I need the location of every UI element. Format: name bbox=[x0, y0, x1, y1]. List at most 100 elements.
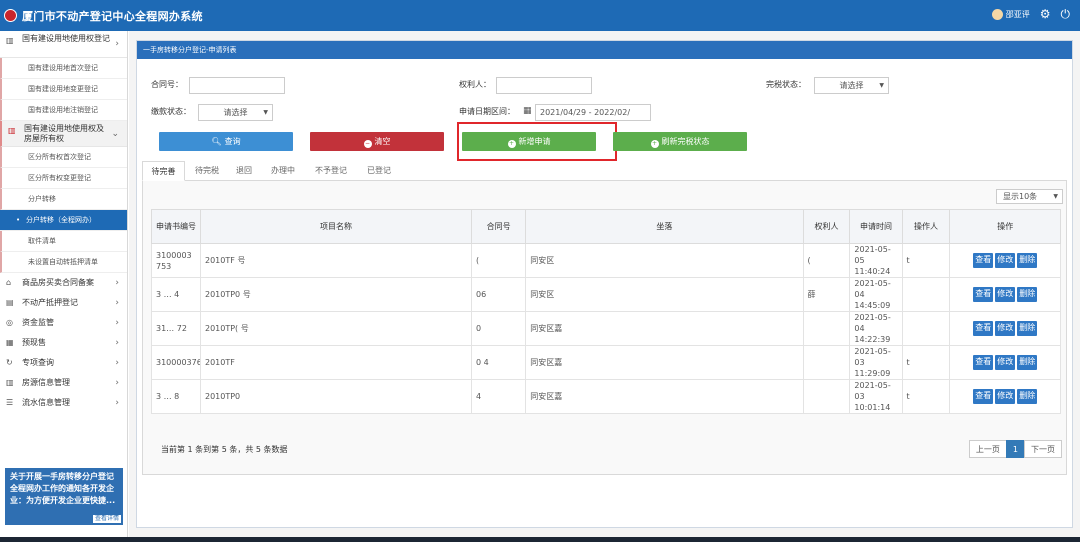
edit-button[interactable]: 修改 bbox=[995, 253, 1016, 268]
chart-icon: ▦ bbox=[6, 338, 14, 347]
tax-status-select[interactable]: 请选择 ▼ bbox=[814, 77, 889, 94]
user-menu[interactable]: 邵亚评 bbox=[991, 8, 1030, 20]
cell-actions: 查看 修改 删除 bbox=[949, 243, 1061, 278]
refresh-icon: ↻ bbox=[6, 358, 13, 367]
tab-pending[interactable]: 待完善 bbox=[142, 161, 185, 181]
caret-down-icon: ▼ bbox=[879, 82, 884, 89]
edit-button[interactable]: 修改 bbox=[995, 321, 1016, 336]
cell-actions: 查看 修改 删除 bbox=[949, 311, 1061, 346]
col-operator[interactable]: 操作人 bbox=[901, 209, 951, 244]
pay-status-select[interactable]: 请选择 ▼ bbox=[198, 104, 273, 121]
sidebar-item-partition-change[interactable]: 区分所有权变更登记 bbox=[0, 168, 127, 189]
clear-button[interactable]: − 清空 bbox=[310, 132, 444, 151]
sidebar-item-land-first[interactable]: 国有建设用地首次登记 bbox=[0, 58, 127, 79]
cell-contract-no: 4 bbox=[471, 379, 527, 414]
sidebar-item-mortgage[interactable]: ▤ 不动产抵押登记 › bbox=[0, 293, 127, 313]
sidebar-item-transfer[interactable]: 分户转移 bbox=[0, 189, 127, 210]
tab-rejected[interactable]: 不予登记 bbox=[306, 161, 356, 181]
page-1-button[interactable]: 1 bbox=[1005, 440, 1025, 458]
col-apply-time[interactable]: 申请时间 bbox=[849, 209, 903, 244]
tab-processing[interactable]: 办理中 bbox=[262, 161, 304, 181]
pagination-info: 当前第 1 条到第 5 条，共 5 条数据 bbox=[161, 445, 288, 454]
sidebar-item-partition-first[interactable]: 区分所有权首次登记 bbox=[0, 147, 127, 168]
query-button[interactable]: 🔍︎ 查询 bbox=[159, 132, 293, 151]
chevron-right-icon: › bbox=[115, 278, 119, 288]
delete-button[interactable]: 删除 bbox=[1017, 321, 1038, 336]
view-button[interactable]: 查看 bbox=[973, 253, 994, 268]
minus-icon: − bbox=[363, 140, 372, 148]
edit-button[interactable]: 修改 bbox=[995, 389, 1016, 404]
delete-button[interactable]: 删除 bbox=[1017, 355, 1038, 370]
tab-returned[interactable]: 退回 bbox=[228, 161, 260, 181]
view-button[interactable]: 查看 bbox=[973, 287, 994, 302]
add-application-button[interactable]: + 新增申请 bbox=[462, 132, 596, 151]
tab-awaiting-tax[interactable]: 待完税 bbox=[187, 161, 227, 181]
col-location[interactable]: 坐落 bbox=[525, 209, 804, 244]
plus-icon: + bbox=[507, 140, 516, 148]
cell-application-no: 3 … 4 bbox=[151, 277, 201, 312]
view-button[interactable]: 查看 bbox=[973, 321, 994, 336]
sidebar-group-land[interactable]: ▥ 国有建设用地使用权登记 › bbox=[0, 31, 127, 58]
sidebar-item-label: 不动产抵押登记 bbox=[22, 298, 78, 307]
owner-input[interactable] bbox=[496, 77, 592, 94]
date-range-input[interactable]: 2021/04/29 - 2022/02/ bbox=[535, 104, 651, 121]
edit-button[interactable]: 修改 bbox=[995, 355, 1016, 370]
next-page-button[interactable]: 下一页 bbox=[1024, 440, 1062, 458]
delete-button[interactable]: 删除 bbox=[1017, 287, 1038, 302]
cell-apply-time: 2021-05-05 11:40:24 bbox=[849, 243, 903, 278]
cell-contract-no: 0 bbox=[471, 311, 527, 346]
logo-icon bbox=[4, 9, 17, 22]
cell-owner bbox=[802, 379, 851, 414]
avatar bbox=[991, 8, 1003, 20]
delete-button[interactable]: 删除 bbox=[1017, 253, 1038, 268]
sidebar-item-mortgage-list[interactable]: 未设置自动转抵押清单 bbox=[0, 252, 127, 273]
sidebar-group-house[interactable]: ▥ 国有建设用地使用权及房屋所有权 ⌄ bbox=[0, 121, 127, 147]
cell-application-no: 31… 72 bbox=[151, 311, 201, 346]
col-owner[interactable]: 权利人 bbox=[802, 209, 851, 244]
add-button-label: 新增申请 bbox=[518, 137, 551, 146]
col-contract-no[interactable]: 合同号 bbox=[471, 209, 527, 244]
application-table: 申请书编号 项目名称 合同号 坐落 权利人 申请时间 操作人 操作 310000… bbox=[151, 209, 1061, 414]
sidebar-group-label: 国有建设用地使用权及房屋所有权 bbox=[24, 124, 104, 143]
prev-page-button[interactable]: 上一页 bbox=[968, 440, 1007, 458]
cell-apply-time: 2021-05-03 11:29:09 bbox=[849, 345, 903, 380]
view-button[interactable]: 查看 bbox=[973, 355, 994, 370]
sidebar-item-query[interactable]: ↻ 专项查询 › bbox=[0, 353, 127, 373]
sidebar-item-transfer-online[interactable]: 分户转移（全程网办） bbox=[0, 210, 127, 231]
col-application-no[interactable]: 申请书编号 bbox=[151, 209, 201, 244]
notice-detail-button[interactable]: 查看详情 bbox=[92, 515, 121, 523]
table-row: 3100003 753 2010TF 号 ( 同安区 ( 2021-05-05 … bbox=[151, 243, 1061, 278]
cell-apply-time: 2021-05-03 10:01:14 bbox=[849, 379, 903, 414]
power-icon[interactable]: ⏻ bbox=[1061, 8, 1071, 20]
sidebar-item-contract-filing[interactable]: ⌂ 商品房买卖合同备案 › bbox=[0, 273, 127, 293]
cell-location: 同安区 bbox=[525, 277, 804, 312]
owner-label: 权利人： bbox=[459, 80, 491, 89]
contract-input[interactable] bbox=[189, 77, 285, 94]
sidebar-item-funds[interactable]: ◎ 资金监管 › bbox=[0, 313, 127, 333]
refresh-tax-button[interactable]: + 刷新完税状态 bbox=[613, 132, 747, 151]
app-title: 厦门市不动产登记中心全程网办系统 bbox=[22, 10, 203, 23]
panel-title: 一手房转移分户登记-申请列表 bbox=[137, 41, 1072, 59]
chevron-right-icon: › bbox=[115, 39, 119, 49]
table-header: 申请书编号 项目名称 合同号 坐落 权利人 申请时间 操作人 操作 bbox=[151, 209, 1061, 244]
gear-icon[interactable]: ⚙ bbox=[1040, 8, 1051, 20]
cell-owner: ( bbox=[802, 243, 851, 278]
sidebar-item-land-change[interactable]: 国有建设用地变更登记 bbox=[0, 79, 127, 100]
sidebar-item-pickup-list[interactable]: 取件清单 bbox=[0, 231, 127, 252]
tab-registered[interactable]: 已登记 bbox=[358, 161, 400, 181]
view-button[interactable]: 查看 bbox=[973, 389, 994, 404]
sidebar-item-land-cancel[interactable]: 国有建设用地注销登记 bbox=[0, 100, 127, 121]
chevron-right-icon: › bbox=[115, 398, 119, 408]
cell-project-name: 2010TP( 号 bbox=[199, 311, 473, 346]
delete-button[interactable]: 删除 bbox=[1017, 389, 1038, 404]
edit-button[interactable]: 修改 bbox=[995, 287, 1016, 302]
calendar-icon: ▦ bbox=[523, 106, 532, 116]
sidebar-item-flow[interactable]: ☰ 流水信息管理 › bbox=[0, 393, 127, 413]
page-size-select[interactable]: 显示10条 ▼ bbox=[996, 189, 1063, 204]
chevron-right-icon: › bbox=[115, 298, 119, 308]
sidebar-item-housing[interactable]: ▥ 房源信息管理 › bbox=[0, 373, 127, 393]
sidebar-item-presale[interactable]: ▦ 预现售 › bbox=[0, 333, 127, 353]
notice-banner[interactable]: 关于开展一手房转移分户登记全程网办工作的通知各开发企业：为方便开发企业更快捷..… bbox=[5, 468, 123, 525]
col-project-name[interactable]: 项目名称 bbox=[199, 209, 473, 244]
clear-button-label: 清空 bbox=[374, 137, 391, 146]
